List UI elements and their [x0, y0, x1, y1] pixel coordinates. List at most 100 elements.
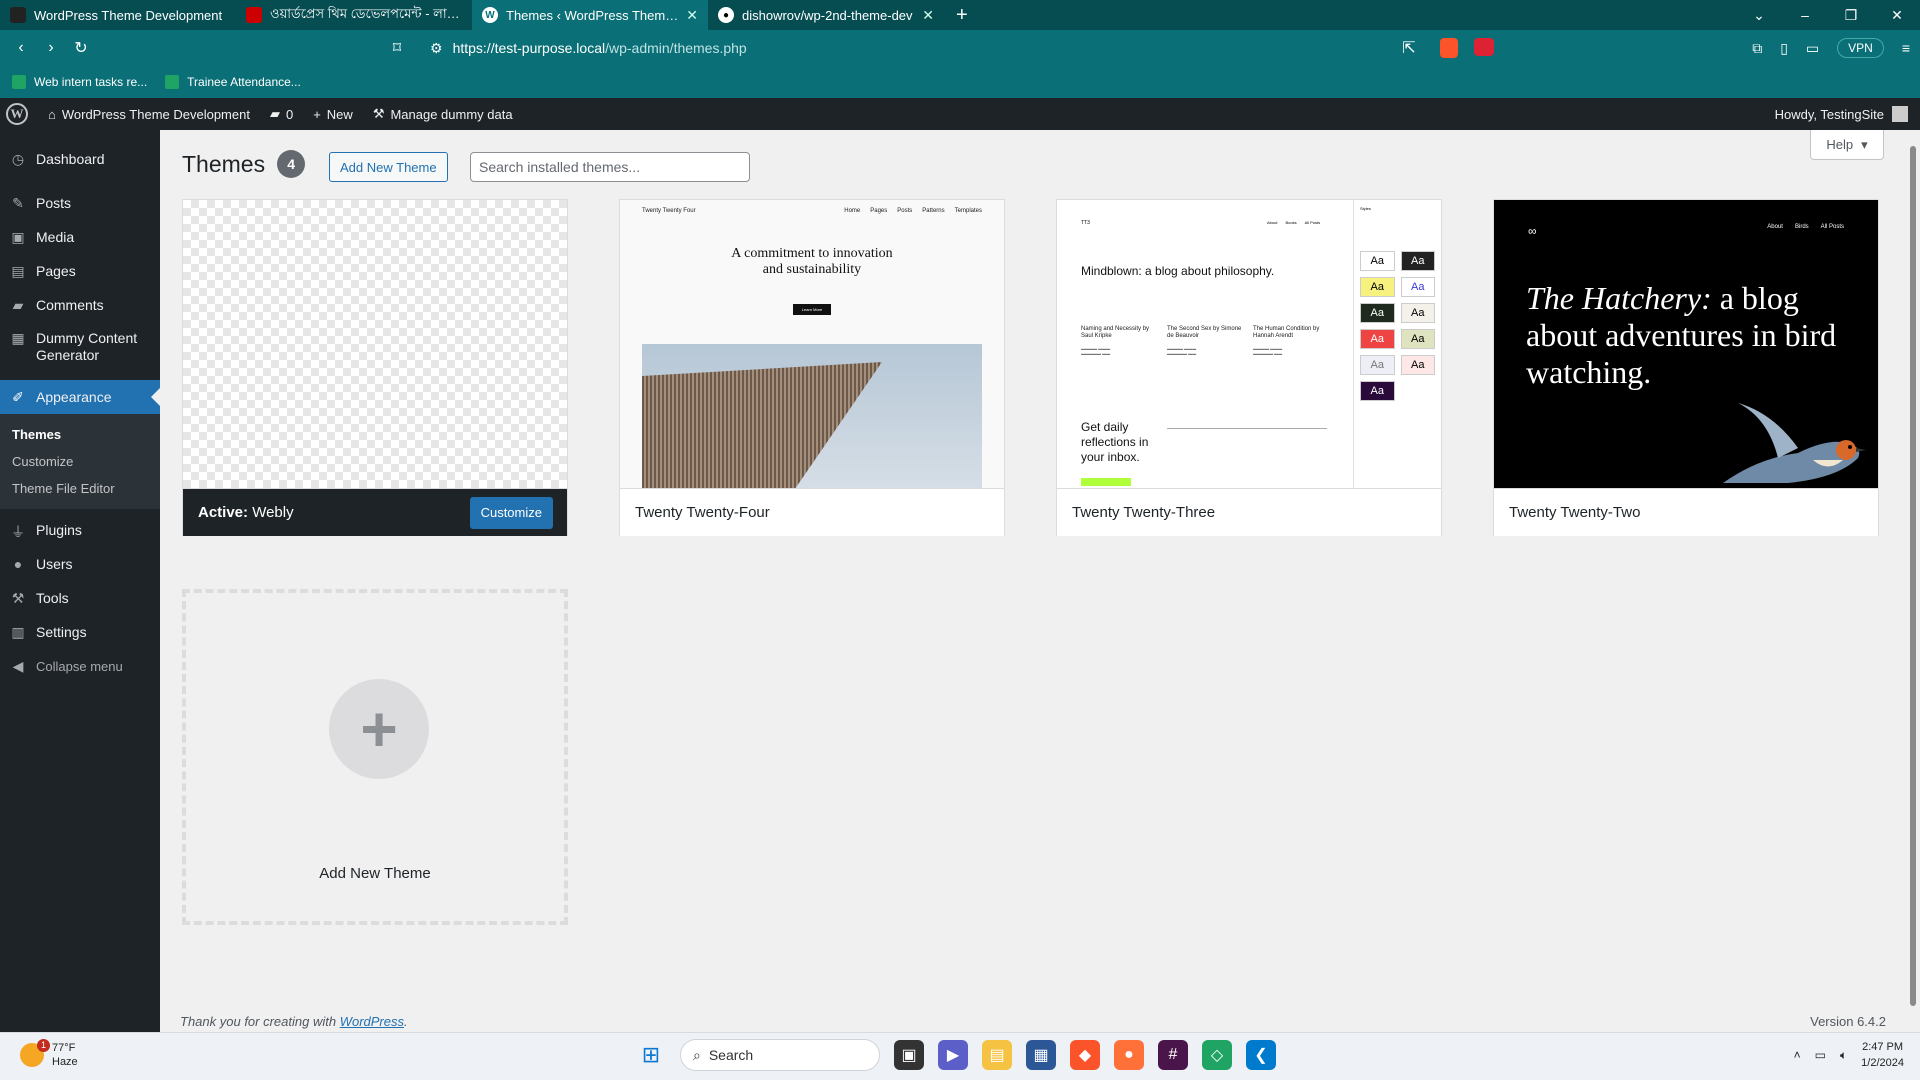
volume-icon[interactable]: 🔈︎: [1840, 1048, 1847, 1063]
weather-widget[interactable]: 77°F Haze: [20, 1039, 78, 1069]
forward-icon[interactable]: ›: [36, 39, 66, 57]
collapse-icon: ◀: [12, 658, 24, 674]
sidebar-item-tools[interactable]: ⚒ Tools: [0, 581, 160, 615]
back-icon[interactable]: ‹: [6, 39, 36, 57]
sidebar-icon[interactable]: ▯: [1780, 40, 1788, 57]
theme-screenshot[interactable]: Twenty Twenty Four Home Pages Posts Patt…: [620, 200, 1004, 488]
browser-tab[interactable]: ওয়ার্ডপ্রেস থিম ডেভেলপমেন্ট - লার্ন উইথ: [236, 0, 472, 30]
add-new-theme-tile[interactable]: + Add New Theme: [182, 589, 568, 925]
preview-post-title: The Second Sex by Simone de Beauvoir: [1167, 326, 1242, 339]
extensions-icon[interactable]: ⧉: [1752, 40, 1762, 57]
new-content-link[interactable]: + New: [303, 98, 363, 130]
store-icon[interactable]: ▦: [1026, 1040, 1056, 1070]
generator-icon: ▦: [11, 330, 25, 346]
slack-icon[interactable]: #: [1158, 1040, 1188, 1070]
preview-site-title: TT3: [1081, 220, 1090, 226]
github-icon: ●: [718, 7, 734, 23]
tab-title: dishowrov/wp-2nd-theme-dev: [742, 7, 913, 23]
scrollbar-thumb[interactable]: [1910, 146, 1916, 1006]
brave-browser-icon[interactable]: ◆: [1070, 1040, 1100, 1070]
sidebar-item-pages[interactable]: ▤ Pages: [0, 254, 160, 288]
reload-icon[interactable]: ↻: [66, 38, 96, 58]
hammer-icon: ⚒: [372, 106, 385, 121]
add-new-theme-button[interactable]: Add New Theme: [329, 152, 448, 182]
brave-rewards-icon[interactable]: [1474, 38, 1494, 56]
style-swatch: Aa: [1400, 251, 1435, 271]
system-tray: ˄ ▭ 🔈︎ 2:47 PM 1/2/2024: [1794, 1039, 1904, 1071]
restore-icon[interactable]: ❐: [1828, 7, 1874, 24]
theme-card[interactable]: ∞ About Birds All Posts The Hatchery: a …: [1493, 199, 1879, 536]
sidebar-item-media[interactable]: ▣ Media: [0, 220, 160, 254]
close-window-icon[interactable]: ✕: [1874, 7, 1920, 24]
menu-icon[interactable]: ≡: [1902, 40, 1910, 56]
search-themes-input[interactable]: [470, 152, 750, 182]
sidebar-item-dummy-content[interactable]: ▦ Dummy Content Generator: [0, 322, 160, 372]
bookmark-icon[interactable]: ⌑: [382, 38, 412, 58]
sidebar-item-users[interactable]: ● Users: [0, 547, 160, 581]
teams-icon[interactable]: ▶: [938, 1040, 968, 1070]
tab-list-icon[interactable]: ⌄: [1736, 7, 1782, 24]
file-explorer-icon[interactable]: ▤: [982, 1040, 1012, 1070]
windows-start-icon[interactable]: ⊞: [636, 1040, 666, 1070]
theme-card[interactable]: Twenty Twenty Four Home Pages Posts Patt…: [619, 199, 1005, 536]
style-swatch: Aa: [1360, 355, 1395, 375]
submenu-item-customize[interactable]: Customize: [0, 448, 160, 475]
site-name-link[interactable]: ⌂ WordPress Theme Development: [38, 98, 260, 130]
vpn-button[interactable]: VPN: [1837, 38, 1884, 58]
version-text: Version 6.4.2: [1810, 1014, 1886, 1029]
page-scrollbar[interactable]: [1906, 130, 1920, 1032]
sidebar-item-settings[interactable]: ▥ Settings: [0, 615, 160, 649]
submenu-item-themes[interactable]: Themes: [0, 421, 160, 448]
taskbar-search[interactable]: ⌕ Search: [680, 1039, 880, 1071]
brave-shields-icon[interactable]: [1440, 38, 1458, 58]
browser-tab[interactable]: ● dishowrov/wp-2nd-theme-dev ✕: [708, 0, 944, 30]
browser-tab-active[interactable]: W Themes ‹ WordPress Theme Dev ✕: [472, 0, 708, 30]
collapse-menu-button[interactable]: ◀ Collapse menu: [0, 649, 160, 683]
sidebar-item-plugins[interactable]: ⏚ Plugins: [0, 513, 160, 547]
theme-screenshot[interactable]: ∞ About Birds All Posts The Hatchery: a …: [1494, 200, 1878, 488]
site-info-icon[interactable]: ⚙: [430, 40, 443, 57]
sidebar-item-comments[interactable]: ▰ Comments: [0, 288, 160, 322]
close-tab-icon[interactable]: ✕: [686, 7, 698, 24]
bookmark-item[interactable]: Web intern tasks re...: [12, 75, 147, 89]
comments-link[interactable]: ▰ 0: [260, 98, 303, 130]
my-account-menu[interactable]: Howdy, TestingSite: [1775, 98, 1908, 130]
bookmark-item[interactable]: Trainee Attendance...: [165, 75, 301, 89]
home-icon: ⌂: [48, 106, 56, 122]
vscode-icon[interactable]: ❮: [1246, 1040, 1276, 1070]
share-icon[interactable]: ⇱: [1394, 38, 1424, 58]
wallet-icon[interactable]: ▭: [1806, 40, 1819, 57]
main-content: Help ▾ Themes 4 Add New Theme Active: Web…: [160, 130, 1906, 1032]
sidebar-item-dashboard[interactable]: ◷ Dashboard: [0, 142, 160, 176]
preview-heading-line: and sustainability: [762, 262, 862, 277]
url-path: /wp-admin/themes.php: [605, 40, 747, 56]
theme-screenshot[interactable]: [183, 200, 567, 488]
chevron-up-icon[interactable]: ˄: [1794, 1048, 1801, 1062]
media-icon: ▣: [11, 229, 25, 245]
submenu-item-theme-file-editor[interactable]: Theme File Editor: [0, 475, 160, 502]
wordpress-link[interactable]: WordPress: [340, 1014, 404, 1029]
close-tab-icon[interactable]: ✕: [922, 7, 934, 24]
git-icon[interactable]: ◇: [1202, 1040, 1232, 1070]
window-controls: ⌄ – ❐ ✕: [1736, 0, 1920, 30]
comment-icon: ▰: [12, 297, 24, 313]
url-bar[interactable]: ⚙ https://test-purpose.local/wp-admin/th…: [418, 34, 1498, 62]
sidebar-item-posts[interactable]: ✎ Posts: [0, 186, 160, 220]
theme-screenshot[interactable]: TT3 About Books All Posts Mindblown: a b…: [1057, 200, 1441, 488]
browser-tab[interactable]: WordPress Theme Development: [0, 0, 236, 30]
wp-logo-menu[interactable]: W: [0, 98, 38, 130]
windows-taskbar: 77°F Haze ⊞ ⌕ Search ▣ ▶ ▤ ▦ ◆ ● # ◇ ❮ ˄ ▭…: [0, 1032, 1920, 1080]
firefox-icon[interactable]: ●: [1114, 1040, 1144, 1070]
preview-cta: Get daily reflections in your inbox.: [1081, 420, 1149, 464]
help-tab-button[interactable]: Help ▾: [1810, 130, 1884, 160]
network-icon[interactable]: ▭: [1815, 1048, 1826, 1062]
new-tab-button[interactable]: +: [944, 4, 980, 27]
task-view-icon[interactable]: ▣: [894, 1040, 924, 1070]
theme-card[interactable]: TT3 About Books All Posts Mindblown: a b…: [1056, 199, 1442, 536]
theme-card-active[interactable]: Active: Webly Customize: [182, 199, 568, 536]
clock[interactable]: 2:47 PM 1/2/2024: [1861, 1039, 1904, 1071]
customize-button[interactable]: Customize: [469, 496, 553, 529]
sidebar-item-appearance[interactable]: ✐ Appearance: [0, 380, 160, 414]
manage-dummy-link[interactable]: ⚒ Manage dummy data: [363, 98, 523, 130]
minimize-icon[interactable]: –: [1782, 7, 1828, 23]
